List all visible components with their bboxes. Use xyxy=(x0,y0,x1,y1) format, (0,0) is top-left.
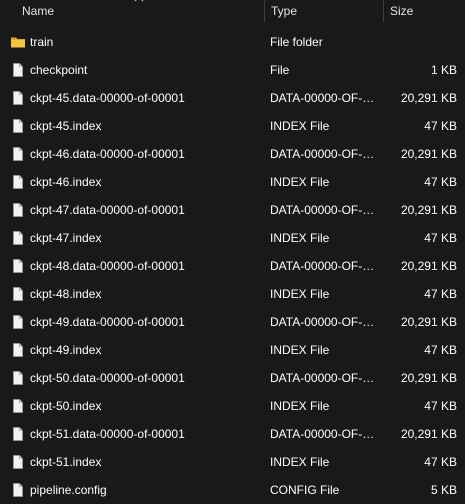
file-type: DATA-00000-OF-00001 File xyxy=(270,147,378,161)
file-icon xyxy=(10,482,26,498)
file-size: 20,291 KB xyxy=(400,91,457,105)
file-size: 1 KB xyxy=(430,63,457,77)
file-row[interactable]: ckpt-49.data-00000-of-00001 DATA-00000-OF… xyxy=(0,308,465,336)
file-type: INDEX File xyxy=(270,343,330,357)
file-icon xyxy=(10,426,26,442)
file-icon xyxy=(10,314,26,330)
file-type: File xyxy=(270,63,290,77)
file-type: DATA-00000-OF-00001 File xyxy=(270,91,378,105)
file-size: 47 KB xyxy=(424,231,457,245)
file-icon xyxy=(10,118,26,134)
file-type: INDEX File xyxy=(270,455,330,469)
file-size: 47 KB xyxy=(424,343,457,357)
column-header-name[interactable]: Name xyxy=(0,0,264,22)
file-type: CONFIG File xyxy=(270,483,340,497)
file-type: INDEX File xyxy=(270,231,330,245)
file-icon xyxy=(10,454,26,470)
file-name: ckpt-48.data-00000-of-00001 xyxy=(30,259,185,273)
folder-icon xyxy=(10,34,26,50)
file-name: ckpt-48.index xyxy=(30,287,102,301)
file-name: train xyxy=(30,35,54,49)
file-icon xyxy=(10,230,26,246)
file-name: ckpt-50.index xyxy=(30,399,102,413)
file-name: ckpt-51.data-00000-of-00001 xyxy=(30,427,185,441)
file-icon xyxy=(10,370,26,386)
file-type: INDEX File xyxy=(270,287,330,301)
file-size: 20,291 KB xyxy=(400,203,457,217)
file-type: INDEX File xyxy=(270,399,330,413)
file-row[interactable]: ckpt-45.data-00000-of-00001 DATA-00000-OF… xyxy=(0,84,465,112)
file-size: 20,291 KB xyxy=(400,259,457,273)
file-size: 20,291 KB xyxy=(400,427,457,441)
file-type: DATA-00000-OF-00001 File xyxy=(270,259,378,273)
file-row[interactable]: ckpt-50.data-00000-of-00001 DATA-00000-OF… xyxy=(0,364,465,392)
file-row[interactable]: ckpt-47.data-00000-of-00001 DATA-00000-OF… xyxy=(0,196,465,224)
file-name: ckpt-45.data-00000-of-00001 xyxy=(30,91,185,105)
file-type: DATA-00000-OF-00001 File xyxy=(270,427,378,441)
file-icon xyxy=(10,398,26,414)
file-icon xyxy=(10,286,26,302)
file-row[interactable]: ckpt-48.data-00000-of-00001 DATA-00000-OF… xyxy=(0,252,465,280)
column-header-size[interactable]: Size xyxy=(383,0,465,22)
file-name: ckpt-49.data-00000-of-00001 xyxy=(30,315,185,329)
file-size: 20,291 KB xyxy=(400,315,457,329)
file-icon xyxy=(10,174,26,190)
file-icon xyxy=(10,62,26,78)
file-row[interactable]: ckpt-48.index INDEX File 47 KB xyxy=(0,280,465,308)
file-name: ckpt-46.data-00000-of-00001 xyxy=(30,147,185,161)
file-size: 47 KB xyxy=(424,287,457,301)
file-icon xyxy=(10,258,26,274)
file-name: ckpt-46.index xyxy=(30,175,102,189)
file-size: 47 KB xyxy=(424,119,457,133)
file-type: INDEX File xyxy=(270,119,330,133)
file-row[interactable]: ckpt-46.index INDEX File 47 KB xyxy=(0,168,465,196)
file-type: DATA-00000-OF-00001 File xyxy=(270,203,378,217)
file-row[interactable]: ckpt-51.data-00000-of-00001 DATA-00000-OF… xyxy=(0,420,465,448)
file-type: DATA-00000-OF-00001 File xyxy=(270,315,378,329)
file-size: 47 KB xyxy=(424,399,457,413)
file-row[interactable]: ckpt-47.index INDEX File 47 KB xyxy=(0,224,465,252)
file-icon xyxy=(10,342,26,358)
file-name: ckpt-47.data-00000-of-00001 xyxy=(30,203,185,217)
file-row[interactable]: train File folder xyxy=(0,28,465,56)
column-header-type[interactable]: Type xyxy=(264,0,383,22)
file-name: checkpoint xyxy=(30,63,88,77)
file-row[interactable]: ckpt-51.index INDEX File 47 KB xyxy=(0,448,465,476)
file-name: ckpt-50.data-00000-of-00001 xyxy=(30,371,185,385)
file-list: train File folder checkpoint File 1 KB ckpt-4… xyxy=(0,28,465,504)
file-row[interactable]: ckpt-46.data-00000-of-00001 DATA-00000-OF… xyxy=(0,140,465,168)
file-name: pipeline.config xyxy=(30,483,107,497)
file-type: DATA-00000-OF-00001 File xyxy=(270,371,378,385)
file-size: 47 KB xyxy=(424,175,457,189)
file-name: ckpt-51.index xyxy=(30,455,102,469)
file-row[interactable]: ckpt-45.index INDEX File 47 KB xyxy=(0,112,465,140)
file-icon xyxy=(10,90,26,106)
file-size: 47 KB xyxy=(424,455,457,469)
file-type: File folder xyxy=(270,35,323,49)
file-row[interactable]: ckpt-49.index INDEX File 47 KB xyxy=(0,336,465,364)
file-size xyxy=(383,28,457,56)
file-name: ckpt-47.index xyxy=(30,231,102,245)
file-size: 20,291 KB xyxy=(400,371,457,385)
file-type: INDEX File xyxy=(270,175,330,189)
file-icon xyxy=(10,146,26,162)
file-row[interactable]: ckpt-50.index INDEX File 47 KB xyxy=(0,392,465,420)
file-name: ckpt-45.index xyxy=(30,119,102,133)
file-icon xyxy=(10,202,26,218)
file-size: 20,291 KB xyxy=(400,147,457,161)
sort-ascending-icon xyxy=(134,0,144,2)
file-row[interactable]: pipeline.config CONFIG File 5 KB xyxy=(0,476,465,504)
file-size: 5 KB xyxy=(430,483,457,497)
column-header-bar: Name Type Size xyxy=(0,0,465,22)
file-row[interactable]: checkpoint File 1 KB xyxy=(0,56,465,84)
file-name: ckpt-49.index xyxy=(30,343,102,357)
